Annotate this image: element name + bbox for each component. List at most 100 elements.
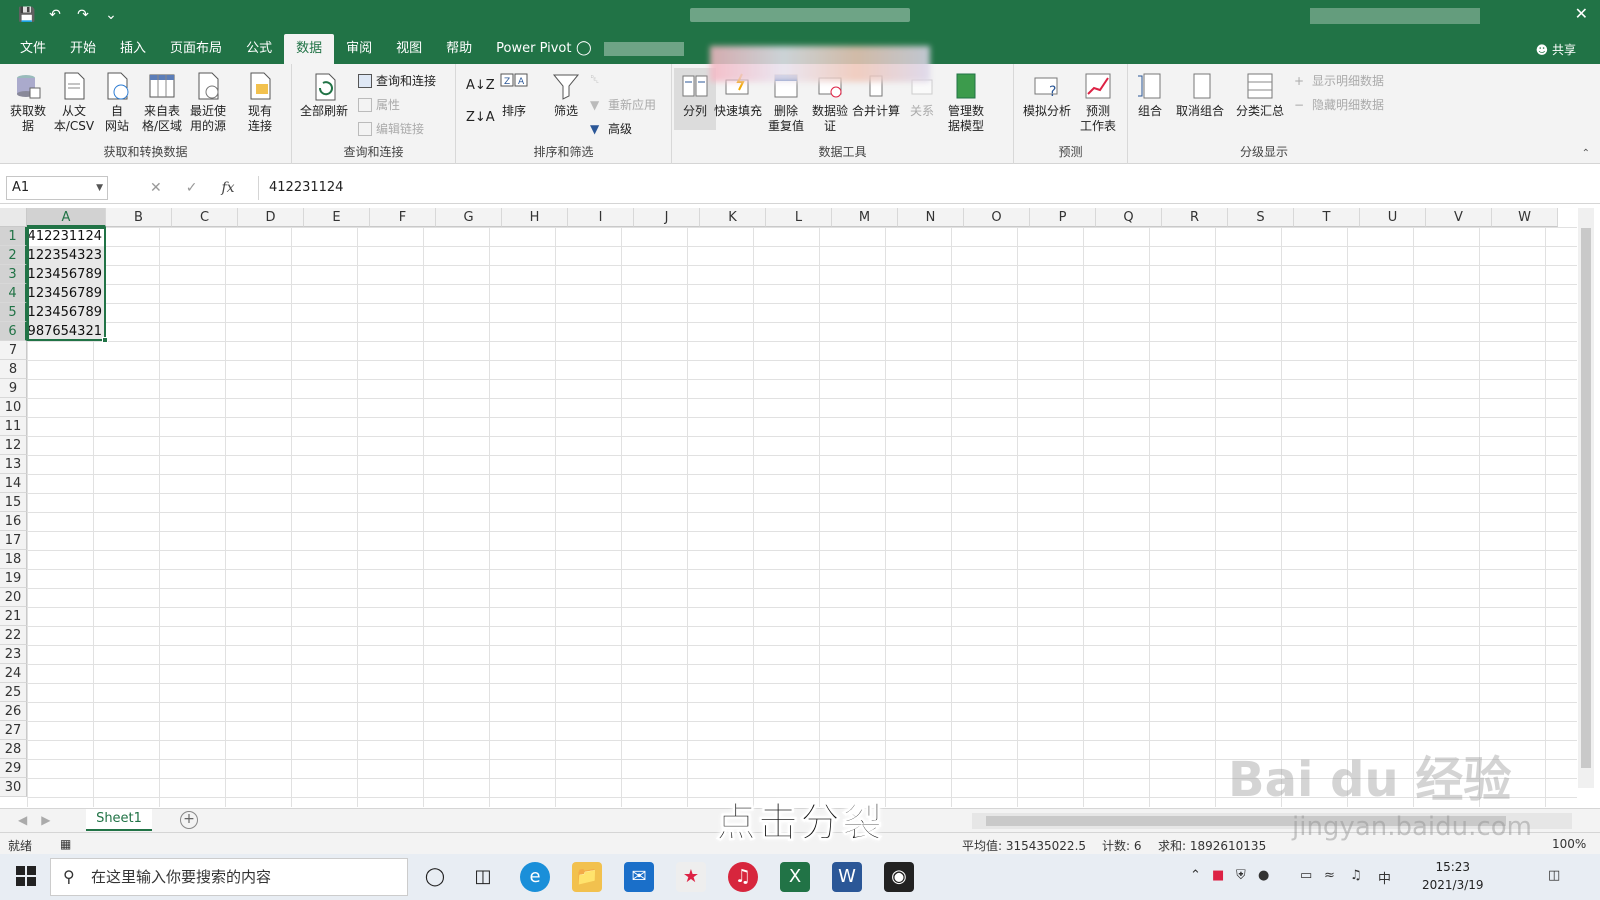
row-header[interactable]: 12: [0, 436, 27, 455]
select-all-corner[interactable]: [0, 208, 27, 227]
sort-descending-button[interactable]: Z↓A: [466, 110, 495, 125]
row-header[interactable]: 1: [0, 227, 27, 246]
column-header[interactable]: A: [27, 208, 106, 227]
column-header[interactable]: P: [1030, 208, 1096, 227]
column-header[interactable]: U: [1360, 208, 1426, 227]
tab-help[interactable]: 帮助: [434, 34, 484, 64]
ime-indicator[interactable]: 中: [1378, 868, 1391, 887]
row-header[interactable]: 13: [0, 455, 27, 474]
undo-icon[interactable]: ↶: [46, 6, 64, 24]
mail-icon[interactable]: ✉: [624, 862, 654, 892]
row-header[interactable]: 7: [0, 341, 27, 360]
vertical-scrollbar[interactable]: [1578, 208, 1594, 788]
row-header[interactable]: 5: [0, 303, 27, 322]
edit-links-button[interactable]: 编辑链接: [358, 120, 424, 137]
netease-music-icon[interactable]: ♫: [728, 862, 758, 892]
column-header[interactable]: W: [1492, 208, 1558, 227]
row-header[interactable]: 21: [0, 607, 27, 626]
share-button[interactable]: ☻ 共享: [1536, 41, 1576, 58]
column-header[interactable]: G: [436, 208, 502, 227]
group-button[interactable]: 组合: [1132, 70, 1168, 119]
from-text-csv-button[interactable]: 从文 本/CSV: [52, 70, 96, 134]
formula-input[interactable]: 412231124: [258, 176, 1594, 200]
what-if-analysis-button[interactable]: ? 模拟分析: [1020, 70, 1074, 119]
close-icon[interactable]: ✕: [1575, 4, 1588, 23]
column-header[interactable]: N: [898, 208, 964, 227]
column-header[interactable]: Q: [1096, 208, 1162, 227]
clock[interactable]: 15:23 2021/3/19: [1422, 858, 1484, 894]
wifi-icon[interactable]: ≈: [1324, 868, 1335, 883]
row-header[interactable]: 26: [0, 702, 27, 721]
filter-button[interactable]: 筛选: [546, 70, 586, 119]
column-header[interactable]: B: [106, 208, 172, 227]
cortana-icon[interactable]: ◯: [420, 862, 450, 892]
row-header[interactable]: 24: [0, 664, 27, 683]
taskbar-search[interactable]: ⚲ 在这里输入你要搜索的内容: [50, 858, 408, 896]
chevron-down-icon[interactable]: ▼: [96, 177, 103, 199]
existing-connections-button[interactable]: 现有 连接: [240, 70, 280, 134]
clear-filter-button[interactable]: ␡: [590, 72, 604, 86]
manage-data-model-button[interactable]: 管理数 据模型: [942, 70, 990, 134]
account-area-blurred[interactable]: [1310, 8, 1480, 24]
collapse-ribbon-icon[interactable]: ⌃: [1582, 148, 1590, 159]
windows-start-icon[interactable]: [16, 866, 36, 886]
row-header[interactable]: 18: [0, 550, 27, 569]
from-web-button[interactable]: 自 网站: [100, 70, 134, 134]
column-header[interactable]: V: [1426, 208, 1492, 227]
file-explorer-icon[interactable]: 📁: [572, 862, 602, 892]
tab-insert[interactable]: 插入: [108, 34, 158, 64]
row-header[interactable]: 19: [0, 569, 27, 588]
excel-icon[interactable]: X: [780, 862, 810, 892]
app-icon[interactable]: ★: [676, 862, 706, 892]
vertical-scroll-thumb[interactable]: [1581, 228, 1591, 768]
hide-detail-button[interactable]: − 隐藏明细数据: [1294, 96, 1384, 113]
row-header[interactable]: 6: [0, 322, 27, 341]
row-header[interactable]: 17: [0, 531, 27, 550]
column-header[interactable]: D: [238, 208, 304, 227]
redo-icon[interactable]: ↷: [74, 6, 92, 24]
column-header[interactable]: M: [832, 208, 898, 227]
word-icon[interactable]: W: [832, 862, 862, 892]
row-header[interactable]: 28: [0, 740, 27, 759]
row-header[interactable]: 10: [0, 398, 27, 417]
row-header[interactable]: 22: [0, 626, 27, 645]
recent-sources-button[interactable]: 最近使 用的源: [186, 70, 230, 134]
properties-button[interactable]: 属性: [358, 96, 400, 113]
microphone-icon[interactable]: ●: [1258, 868, 1269, 883]
advanced-filter-button[interactable]: ▼ 高级: [590, 120, 632, 137]
subtotal-button[interactable]: 分类汇总: [1232, 70, 1288, 119]
column-header[interactable]: J: [634, 208, 700, 227]
row-header[interactable]: 14: [0, 474, 27, 493]
column-header[interactable]: O: [964, 208, 1030, 227]
column-header[interactable]: R: [1162, 208, 1228, 227]
tab-review[interactable]: 审阅: [334, 34, 384, 64]
queries-connections-button[interactable]: 查询和连接: [358, 72, 436, 89]
tab-home[interactable]: 开始: [58, 34, 108, 64]
refresh-all-button[interactable]: 全部刷新: [296, 70, 352, 119]
row-header[interactable]: 25: [0, 683, 27, 702]
save-icon[interactable]: 💾: [18, 6, 36, 24]
edge-icon[interactable]: e: [520, 862, 550, 892]
row-header[interactable]: 27: [0, 721, 27, 740]
tray-app-icon[interactable]: ■: [1212, 868, 1224, 883]
tab-view[interactable]: 视图: [384, 34, 434, 64]
row-header[interactable]: 20: [0, 588, 27, 607]
row-header[interactable]: 29: [0, 759, 27, 778]
volume-icon[interactable]: ♫: [1350, 868, 1362, 883]
tab-power-pivot[interactable]: Power Pivot: [484, 34, 583, 64]
tab-page-layout[interactable]: 页面布局: [158, 34, 234, 64]
row-header[interactable]: 3: [0, 265, 27, 284]
row-header[interactable]: 15: [0, 493, 27, 512]
sort-button[interactable]: ZA 排序: [494, 70, 534, 119]
column-header[interactable]: E: [304, 208, 370, 227]
tab-formulas[interactable]: 公式: [234, 34, 284, 64]
notifications-icon[interactable]: ◫: [1548, 868, 1560, 883]
column-header[interactable]: L: [766, 208, 832, 227]
show-detail-button[interactable]: + 显示明细数据: [1294, 72, 1384, 89]
column-header[interactable]: H: [502, 208, 568, 227]
battery-icon[interactable]: ▭: [1300, 868, 1312, 883]
lightbulb-icon[interactable]: ◯: [576, 40, 592, 56]
tray-shield-icon[interactable]: ⛨: [1236, 868, 1246, 883]
row-header[interactable]: 11: [0, 417, 27, 436]
get-data-button[interactable]: 获取数 据: [8, 70, 48, 134]
